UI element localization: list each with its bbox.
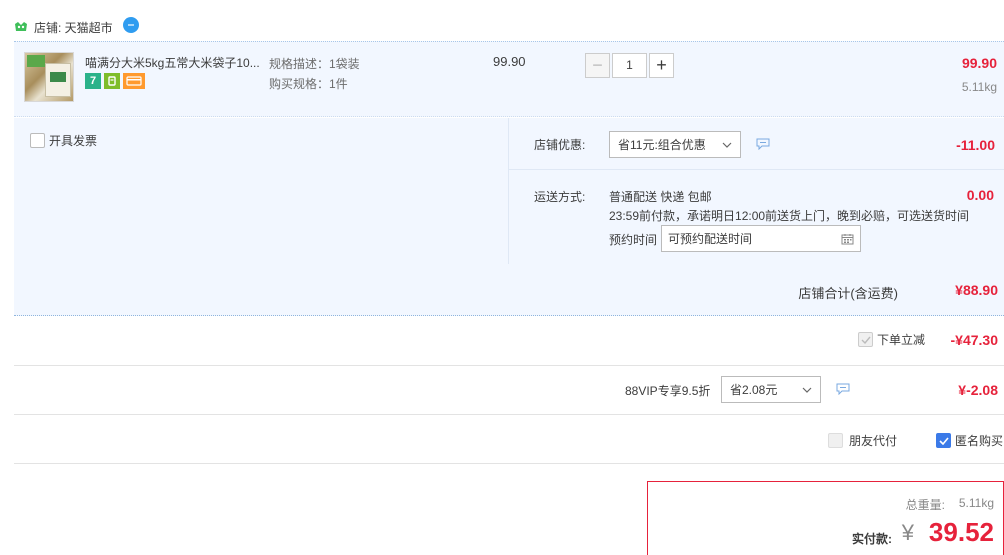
store-total-row: 店铺合计(含运费) ¥88.90 [14, 264, 1004, 316]
shop-discount-amount: -11.00 [956, 137, 995, 153]
spec-description: 规格描述：1袋装 [269, 57, 360, 71]
anonymous-checkbox[interactable] [936, 433, 951, 448]
shop-discount-label: 店铺优惠: [534, 138, 586, 152]
shipping-method: 普通配送 快递 包邮 [609, 190, 712, 204]
anonymous-label[interactable]: 匿名购买 [955, 432, 1003, 449]
shop-discount-select[interactable]: 省11元:组合优惠 [609, 131, 741, 158]
quantity-input[interactable]: 1 [612, 53, 647, 78]
credit-card-icon[interactable] [123, 73, 145, 89]
instant-discount-label: 下单立减 [877, 333, 926, 347]
delivery-panel: 店铺优惠: 省11元:组合优惠 -11.00 运送方式: 普通配送 快递 包邮 … [508, 118, 1004, 264]
product-thumbnail[interactable] [24, 52, 74, 102]
comment-icon[interactable] [836, 383, 850, 395]
calendar-icon[interactable] [841, 233, 854, 245]
pay-amount: 39.52 [928, 517, 994, 547]
appointment-placeholder: 可预约配送时间 [668, 232, 753, 246]
invoice-label[interactable]: 开具发票 [49, 132, 97, 149]
shop-discount-row: 店铺优惠: 省11元:组合优惠 -11.00 [509, 118, 1004, 170]
total-weight-label: 总重量: [905, 498, 945, 512]
vip-discount-value: 省2.08元 [730, 383, 778, 397]
vip-discount-select[interactable]: 省2.08元 [721, 376, 821, 403]
purchase-spec: 购买规格：1件 [269, 77, 348, 91]
anonymous-option[interactable]: 匿名购买 [936, 432, 1003, 449]
store-total-amount: ¥88.90 [955, 282, 998, 298]
shipping-note: 23:59前付款，承诺明日12:00前送货上门，晚到必赔，可选送货时间 [609, 209, 970, 223]
appointment-time-input[interactable]: 可预约配送时间 [661, 225, 861, 252]
friend-pay-option[interactable]: 朋友代付 [828, 432, 897, 449]
shop-header: 店铺: 天猫超市 [14, 16, 139, 38]
appointment-label: 预约时间 [609, 233, 658, 247]
seven-day-return-icon[interactable]: 7 [85, 73, 101, 89]
currency-symbol: ¥ [901, 520, 914, 545]
total-weight: 5.11kg [958, 496, 994, 510]
invoice-option[interactable]: 开具发票 [30, 132, 97, 149]
item-subtotal: 99.90 [961, 55, 997, 71]
vip-amount: ¥-2.08 [958, 382, 998, 398]
check-icon [861, 336, 871, 344]
service-icons: 7 [85, 73, 145, 89]
instant-discount: 下单立减 [858, 331, 925, 348]
instant-discount-amount: -¥47.30 [950, 332, 998, 348]
quantity-stepper: − 1 + [585, 53, 674, 78]
check-icon [938, 436, 949, 445]
unit-price: 99.90 [493, 54, 526, 69]
divider [14, 365, 1004, 366]
shop-icon [15, 22, 27, 31]
divider [14, 414, 1004, 415]
product-title[interactable]: 喵满分大米5kg五常大米袋子10... [85, 54, 275, 71]
pay-label: 实付款: [852, 532, 892, 546]
shop-discount-value: 省11元:组合优惠 [618, 138, 706, 152]
payment-summary: 总重量: 5.11kg 实付款: ¥ 39.52 [647, 481, 1004, 555]
comment-icon[interactable] [756, 138, 770, 150]
item-weight: 5.11kg [961, 80, 997, 94]
shop-name[interactable]: 店铺: 天猫超市 [34, 19, 113, 36]
store-total-label: 店铺合计(含运费) [798, 286, 898, 301]
chevron-down-icon [802, 387, 812, 393]
guarantee-icon[interactable] [104, 73, 120, 89]
decrease-button[interactable]: − [585, 53, 610, 78]
friend-pay-label[interactable]: 朋友代付 [849, 432, 897, 449]
instant-discount-checkbox[interactable] [858, 332, 873, 347]
shipping-amount: 0.00 [966, 187, 994, 203]
divider [14, 463, 1004, 464]
vip-label: 88VIP专享9.5折 [625, 384, 711, 398]
chevron-down-icon [722, 142, 732, 148]
friend-pay-checkbox[interactable] [828, 433, 843, 448]
order-options: 开具发票 店铺优惠: 省11元:组合优惠 -11.00 运送方式: 普通配送 快… [14, 118, 1004, 264]
chat-bubble-icon[interactable] [122, 17, 139, 33]
invoice-checkbox[interactable] [30, 133, 45, 148]
increase-button[interactable]: + [649, 53, 674, 78]
order-item-row: 喵满分大米5kg五常大米袋子10... 7 规格描述：1袋装 购买规格：1件 9… [14, 41, 1004, 117]
shipping-label: 运送方式: [534, 190, 586, 204]
